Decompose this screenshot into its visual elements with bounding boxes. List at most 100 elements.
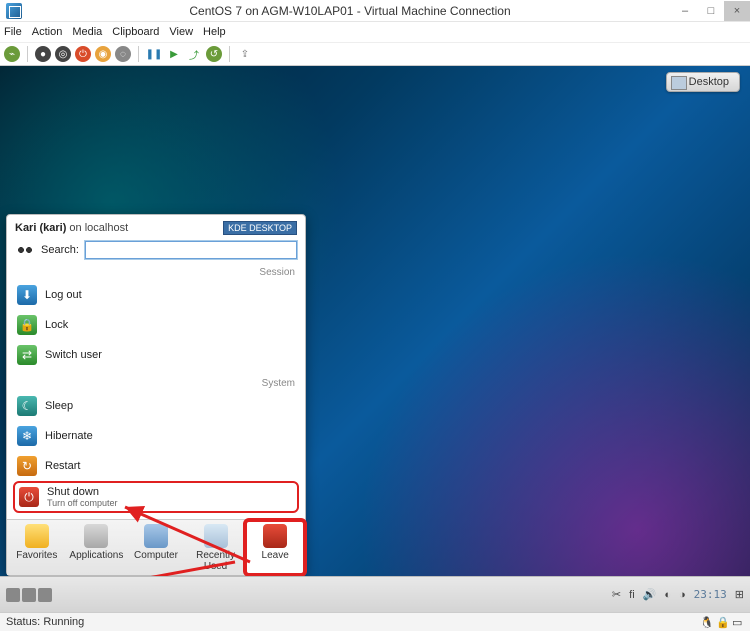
turnoff-icon[interactable]: ◎ (55, 46, 71, 62)
on-word: on (66, 222, 84, 234)
guest-desktop: Desktop Kari (kari) on localhost KDE DES… (0, 66, 750, 612)
kickoff-button[interactable] (6, 588, 52, 602)
menu-item-hibernate[interactable]: ❄ Hibernate (13, 421, 299, 451)
vm-app-icon (6, 3, 22, 19)
menu-item-label: Shut down Turn off computer (47, 486, 118, 508)
tab-recently-used[interactable]: Recently Used (186, 520, 246, 575)
star-icon (25, 524, 49, 548)
section-session-label: Session (7, 265, 305, 278)
menu-action[interactable]: Action (32, 26, 63, 38)
hibernate-icon: ❄ (17, 426, 37, 446)
search-input[interactable] (85, 241, 297, 259)
menu-item-lock[interactable]: 🔒 Lock (13, 310, 299, 340)
tab-applications[interactable]: Applications (67, 520, 127, 575)
tab-computer[interactable]: Computer (126, 520, 186, 575)
tab-favorites[interactable]: Favorites (7, 520, 67, 575)
binoculars-icon (15, 242, 35, 258)
network-icon[interactable]: ◐ (664, 589, 671, 601)
recent-icon (204, 524, 228, 548)
toolbar-separator (138, 46, 139, 62)
menu-clipboard[interactable]: Clipboard (112, 26, 159, 38)
checkpoint-icon[interactable]: ⤴ (186, 46, 202, 62)
launcher-header: Kari (kari) on localhost KDE DESKTOP (7, 215, 305, 239)
shutdown-label: Shut down (47, 486, 99, 498)
host-toolbar: ⌁ ● ◎ ⏻ ◉ ◌ ❚❚ ▶ ⤴ ↺ ⇪ (0, 42, 750, 66)
host-name: localhost (85, 222, 128, 234)
ctrl-alt-del-icon[interactable]: ⌁ (4, 46, 20, 62)
leave-icon (263, 524, 287, 548)
menu-file[interactable]: File (4, 26, 22, 38)
status-label: Status: (6, 616, 40, 628)
tab-label: Recently Used (196, 550, 235, 572)
switch-user-icon: ⇄ (17, 345, 37, 365)
close-button[interactable]: × (724, 1, 750, 21)
lock-indicator-icon: 🔒 (716, 616, 728, 628)
revert-icon[interactable]: ↺ (206, 46, 222, 62)
toolbar-separator (229, 46, 230, 62)
menu-item-restart[interactable]: ↻ Restart (13, 451, 299, 481)
taskbar-icon (38, 588, 52, 602)
taskbar-icon (22, 588, 36, 602)
menu-item-switch-user[interactable]: ⇄ Switch user (13, 340, 299, 370)
share-icon[interactable]: ⇪ (237, 46, 253, 62)
host-status-right: 🐧 🔒 ▭ (700, 616, 744, 628)
toolbar-separator (27, 46, 28, 62)
host-menubar: File Action Media Clipboard View Help (0, 22, 750, 42)
menu-view[interactable]: View (169, 26, 193, 38)
lock-icon: 🔒 (17, 315, 37, 335)
menu-item-label: Lock (45, 319, 68, 331)
menu-item-shutdown[interactable]: ⏻ Shut down Turn off computer (13, 481, 299, 513)
menu-media[interactable]: Media (72, 26, 102, 38)
launcher-user-label: Kari (kari) on localhost (15, 222, 128, 234)
start-icon[interactable]: ● (35, 46, 51, 62)
system-tray: ✂ fi 🔊 ◐ ◑ 23:13 ⊞ (612, 588, 744, 601)
launcher-search-row: Search: (7, 239, 305, 265)
kickoff-icon (6, 588, 20, 602)
session-list: ⬇ Log out 🔒 Lock ⇄ Switch user (7, 278, 305, 376)
menu-item-label: Sleep (45, 400, 73, 412)
menu-item-logout[interactable]: ⬇ Log out (13, 280, 299, 310)
battery-icon[interactable]: ◑ (679, 589, 686, 601)
menu-item-sleep[interactable]: ☾ Sleep (13, 391, 299, 421)
security-indicator-icon: 🐧 (700, 616, 712, 628)
save-icon[interactable]: ◉ (95, 46, 111, 62)
tray-expand-icon[interactable]: ⊞ (735, 588, 744, 601)
guest-taskbar: ✂ fi 🔊 ◐ ◑ 23:13 ⊞ (0, 576, 750, 612)
tab-leave[interactable]: Leave (245, 520, 305, 575)
menu-item-label: Restart (45, 460, 80, 472)
clock[interactable]: 23:13 (694, 588, 727, 601)
system-list: ☾ Sleep ❄ Hibernate ↻ Restart ⏻ Shut dow… (7, 389, 305, 519)
search-label: Search: (41, 244, 79, 256)
keyboard-layout-indicator[interactable]: fi (629, 589, 635, 601)
maximize-button[interactable]: □ (698, 1, 724, 21)
reset-icon[interactable]: ▶ (166, 46, 182, 62)
tab-label: Computer (134, 550, 178, 561)
kickoff-launcher: Kari (kari) on localhost KDE DESKTOP Sea… (6, 214, 306, 576)
tab-label: Leave (262, 550, 289, 561)
shutdown-icon: ⏻ (19, 487, 39, 507)
volume-icon[interactable]: 🔊 (643, 588, 657, 601)
menu-help[interactable]: Help (203, 26, 226, 38)
host-window-title: CentOS 7 on AGM-W10LAP01 - Virtual Machi… (28, 4, 672, 18)
menu-item-label: Switch user (45, 349, 102, 361)
computer-icon (144, 524, 168, 548)
shutdown-sublabel: Turn off computer (47, 498, 118, 508)
host-statusbar: Status: Running 🐧 🔒 ▭ (0, 612, 750, 631)
pause-alt-icon[interactable]: ◌ (115, 46, 131, 62)
status-value: Running (43, 616, 84, 628)
minimize-button[interactable]: – (672, 1, 698, 21)
kde-badge: KDE DESKTOP (223, 221, 297, 235)
restart-icon: ↻ (17, 456, 37, 476)
tab-label: Favorites (16, 550, 57, 561)
desktop-widget-button[interactable]: Desktop (666, 72, 740, 92)
window-controls: – □ × (672, 1, 750, 21)
tab-label: Applications (69, 550, 123, 561)
launcher-tabs: Favorites Applications Computer Recently… (7, 519, 305, 575)
apps-icon (84, 524, 108, 548)
pause-icon[interactable]: ❚❚ (146, 46, 162, 62)
section-system-label: System (7, 376, 305, 389)
clipboard-tray-icon[interactable]: ✂ (612, 588, 621, 601)
display-config-icon: ▭ (732, 616, 744, 628)
shutdown-icon[interactable]: ⏻ (75, 46, 91, 62)
sleep-icon: ☾ (17, 396, 37, 416)
